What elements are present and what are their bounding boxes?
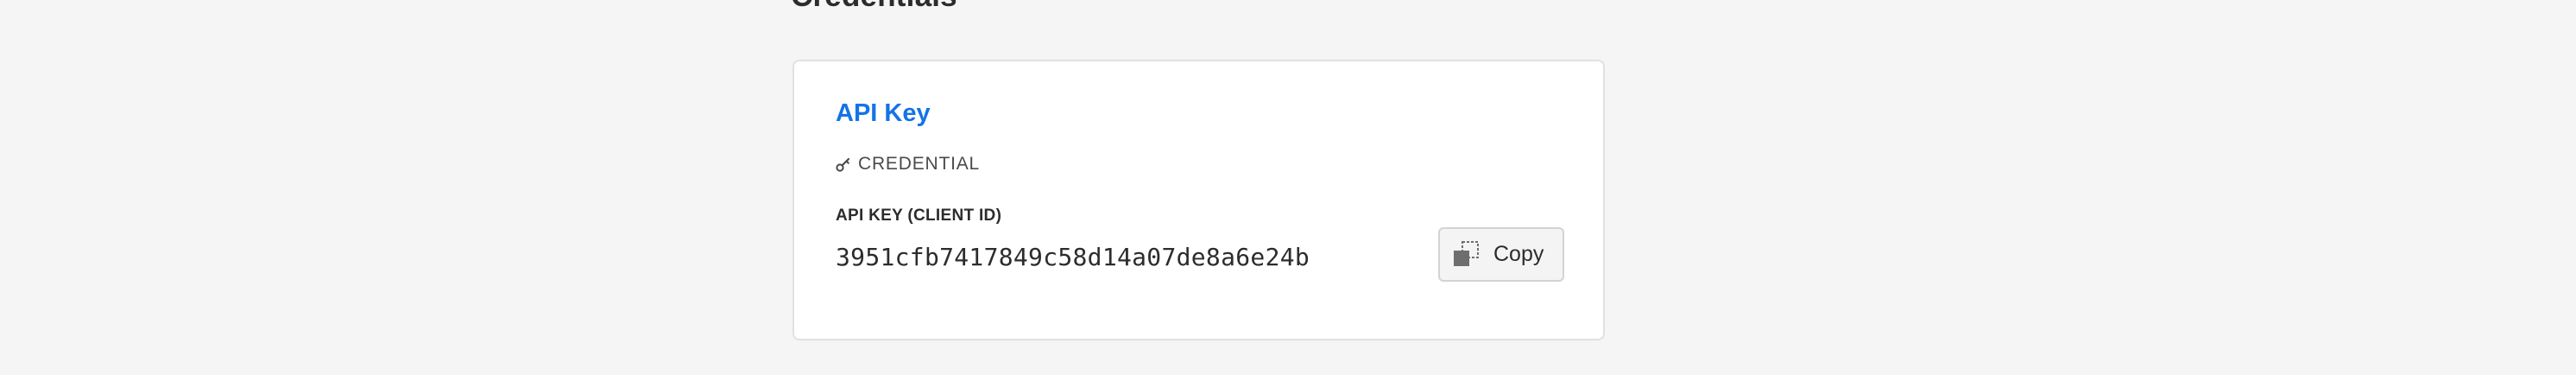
key-icon xyxy=(836,156,851,172)
copy-button[interactable]: Copy xyxy=(1438,227,1564,282)
credential-type: CREDENTIAL xyxy=(836,154,980,175)
copy-button-label: Copy xyxy=(1493,242,1544,266)
credential-type-label: CREDENTIAL xyxy=(858,154,981,174)
copy-icon xyxy=(1452,240,1481,270)
section-title: Credentials xyxy=(791,0,957,14)
credential-title-link[interactable]: API Key xyxy=(836,101,931,126)
api-key-value: 3951cfb7417849c58d14a07de8a6e24b xyxy=(836,243,1310,271)
credential-card: API Key CREDENTIAL API KEY (CLIENT ID) 3… xyxy=(792,60,1605,340)
api-key-label: API KEY (CLIENT ID) xyxy=(836,207,1002,225)
